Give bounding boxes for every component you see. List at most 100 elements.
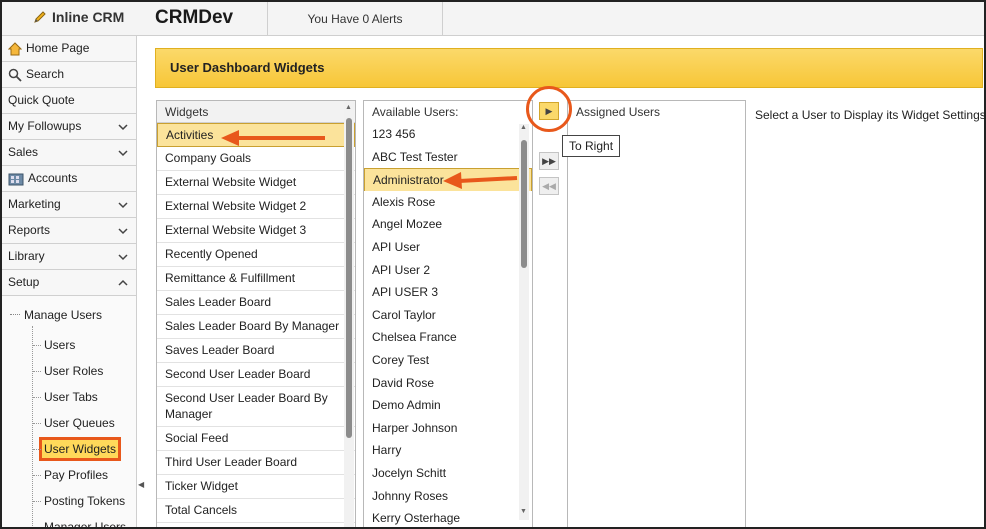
search-icon <box>8 68 22 82</box>
pencil-icon <box>34 11 46 23</box>
setup-tree: Manage Users Users User Roles User Tabs … <box>2 296 136 527</box>
sidebar-item-sales[interactable]: Sales <box>2 140 136 166</box>
tree-node-user-widgets[interactable]: User Widgets <box>2 436 136 462</box>
sidebar-item-label: My Followups <box>8 119 82 133</box>
list-item[interactable]: Jocelyn Schitt <box>364 462 532 485</box>
app-name: CRMDev <box>155 7 234 28</box>
assigned-users-header: Assigned Users <box>568 101 745 123</box>
list-item[interactable]: Chelsea France <box>364 326 532 349</box>
top-bar: Inline CRM CRMDev You Have 0 Alerts <box>2 2 984 36</box>
chevron-up-icon <box>118 279 128 286</box>
list-item[interactable]: Third User Leader Board <box>157 451 355 475</box>
annotation-arrow-icon <box>443 172 518 189</box>
sidebar-item-label: Setup <box>8 275 40 289</box>
list-item[interactable]: Recently Opened <box>157 243 355 267</box>
page-title: User Dashboard Widgets <box>155 48 983 88</box>
tree-node-pay-profiles[interactable]: Pay Profiles <box>2 462 136 488</box>
list-item[interactable]: Second User Leader Board By Manager <box>157 387 355 427</box>
available-users-header: Available Users: <box>364 101 532 123</box>
tree-node-manager-users[interactable]: Manager Users <box>2 514 136 527</box>
sidebar: Home Page Search Quick Quote My Followup… <box>2 36 137 527</box>
sidebar-item-label: Quick Quote <box>8 93 75 107</box>
sidebar-item-label: Accounts <box>28 171 78 185</box>
scroll-up-icon[interactable]: ▲ <box>520 124 527 131</box>
home-icon <box>8 41 22 55</box>
chevron-down-icon <box>118 253 128 260</box>
logo[interactable]: Inline CRM <box>32 9 124 25</box>
tree-node-user-tabs[interactable]: User Tabs <box>2 384 136 410</box>
tree-node-user-roles[interactable]: User Roles <box>2 358 136 384</box>
chevron-down-icon <box>118 227 128 234</box>
list-item[interactable]: Demo Admin <box>364 394 532 417</box>
annotation-circle <box>526 86 572 132</box>
sidebar-item-label: Sales <box>8 145 39 159</box>
available-users-list: Available Users: 123 456 ABC Test Tester… <box>363 100 533 527</box>
list-item[interactable]: 123 456 <box>364 123 532 146</box>
sidebar-item-search[interactable]: Search <box>2 62 136 88</box>
sidebar-item-accounts[interactable]: Accounts <box>2 166 136 192</box>
scroll-thumb[interactable] <box>521 140 527 268</box>
list-item[interactable]: ABC Test Tester <box>364 146 532 169</box>
list-item[interactable]: External Website Widget 3 <box>157 219 355 243</box>
list-item[interactable]: Alexis Rose <box>364 191 532 214</box>
scroll-thumb[interactable] <box>346 118 352 438</box>
list-item[interactable]: Harry <box>364 439 532 462</box>
list-item[interactable]: API USER 3 <box>364 281 532 304</box>
selected-tree-node: User Widgets <box>39 437 122 461</box>
list-item[interactable]: Ticker Widget <box>157 475 355 499</box>
list-item[interactable]: Social Feed <box>157 427 355 451</box>
list-item[interactable]: Total Cancels <box>157 499 355 523</box>
tree-node-posting-tokens[interactable]: Posting Tokens <box>2 488 136 514</box>
logo-text: Inline CRM <box>52 9 125 25</box>
app-window: Inline CRM CRMDev You Have 0 Alerts Home… <box>0 0 986 529</box>
tree-node-users[interactable]: Users <box>2 332 136 358</box>
chevron-down-icon <box>118 149 128 156</box>
sidebar-item-quick-quote[interactable]: Quick Quote <box>2 88 136 114</box>
sidebar-item-label: Reports <box>8 223 51 237</box>
list-item[interactable]: Carol Taylor <box>364 304 532 327</box>
sidebar-item-label: Home Page <box>26 41 90 55</box>
widget-settings-hint: Select a User to Display its Widget Sett… <box>755 108 986 122</box>
list-item[interactable]: Johnny Roses <box>364 485 532 508</box>
list-item[interactable]: Saves Leader Board <box>157 339 355 363</box>
tree-node-manage-users[interactable]: Manage Users <box>2 306 136 332</box>
sidebar-item-home[interactable]: Home Page <box>2 36 136 62</box>
sidebar-item-label: Search <box>26 67 65 81</box>
list-item[interactable]: Remittance & Fulfillment <box>157 267 355 291</box>
move-right-tooltip: To Right <box>562 135 621 157</box>
list-item[interactable]: External Website Widget 2 <box>157 195 355 219</box>
list-item[interactable]: Company Goals <box>157 147 355 171</box>
scroll-down-icon[interactable]: ▼ <box>520 508 527 515</box>
sidebar-item-my-followups[interactable]: My Followups <box>2 114 136 140</box>
accounts-icon <box>8 173 24 185</box>
list-item[interactable]: Sales Leader Board <box>157 291 355 315</box>
widgets-list: Widgets Activities Company Goals Externa… <box>156 100 356 527</box>
widgets-header: Widgets <box>157 101 355 123</box>
sidebar-item-setup[interactable]: Setup <box>2 270 136 296</box>
sidebar-item-reports[interactable]: Reports <box>2 218 136 244</box>
list-item[interactable]: Second User Leader Board <box>157 363 355 387</box>
main-content: User Dashboard Widgets Widgets Activitie… <box>145 36 986 527</box>
tree-node-user-queues[interactable]: User Queues <box>2 410 136 436</box>
assigned-users-list: Assigned Users <box>567 100 746 527</box>
list-item[interactable]: Kerry Osterhage <box>364 507 532 527</box>
scroll-up-icon[interactable]: ▲ <box>345 104 352 111</box>
sidebar-item-label: Marketing <box>8 197 61 211</box>
widgets-scrollbar[interactable]: ▲ <box>344 102 354 527</box>
list-item[interactable]: Angel Mozee <box>364 213 532 236</box>
list-item[interactable]: API User <box>364 236 532 259</box>
sidebar-item-label: Library <box>8 249 45 263</box>
alerts-indicator[interactable]: You Have 0 Alerts <box>267 2 443 36</box>
list-item[interactable]: Corey Test <box>364 349 532 372</box>
list-item[interactable]: API User 2 <box>364 259 532 282</box>
sidebar-item-library[interactable]: Library <box>2 244 136 270</box>
list-item[interactable]: Sales Leader Board By Manager <box>157 315 355 339</box>
move-all-left-button[interactable]: ◀◀ <box>539 177 559 195</box>
list-item[interactable]: David Rose <box>364 372 532 395</box>
list-item[interactable]: Harper Johnson <box>364 417 532 440</box>
list-item[interactable]: External Website Widget <box>157 171 355 195</box>
move-all-right-button[interactable]: ▶▶ <box>539 152 559 170</box>
sidebar-item-marketing[interactable]: Marketing <box>2 192 136 218</box>
annotation-arrow-icon <box>221 130 325 146</box>
chevron-down-icon <box>118 123 128 130</box>
